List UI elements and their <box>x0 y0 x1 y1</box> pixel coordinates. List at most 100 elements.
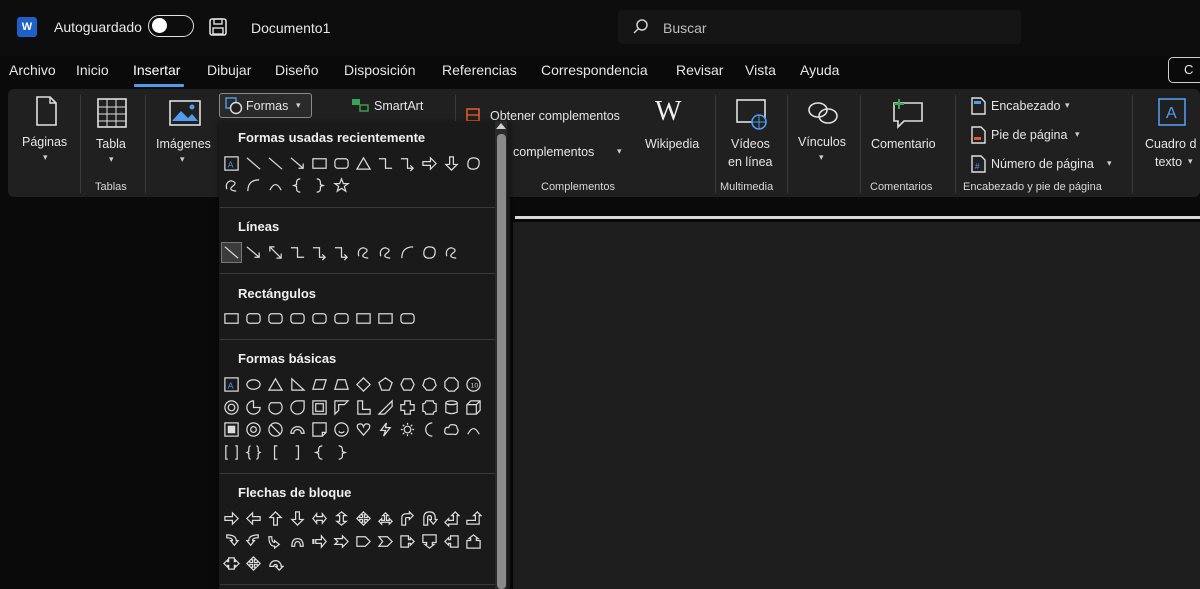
scroll-up-icon[interactable] <box>496 123 506 129</box>
halfframe-shape-icon[interactable] <box>332 398 351 417</box>
curvedl-shape-icon[interactable] <box>244 532 263 551</box>
header-chevron-icon[interactable]: ▾ <box>1065 100 1070 111</box>
table-chevron-icon[interactable]: ▾ <box>109 154 114 165</box>
rbrace-shape-icon[interactable] <box>310 176 329 195</box>
frame-shape-icon[interactable] <box>310 398 329 417</box>
pent-shape-icon[interactable] <box>376 375 395 394</box>
rarrow-shape-icon[interactable] <box>420 154 439 173</box>
rcallout-shape-icon[interactable] <box>398 532 417 551</box>
arrowline-shape-icon[interactable] <box>288 154 307 173</box>
comment-button[interactable]: Comentario <box>871 137 936 151</box>
images-chevron-icon[interactable]: ▾ <box>180 154 185 165</box>
chord-shape-icon[interactable] <box>266 398 285 417</box>
images-button[interactable]: Imágenes <box>156 137 211 151</box>
bevel-shape-icon[interactable] <box>222 420 241 439</box>
lrcallout-shape-icon[interactable] <box>222 554 241 573</box>
blob-shape-icon[interactable] <box>420 243 439 262</box>
tri-shape-icon[interactable] <box>266 375 285 394</box>
dcallout-shape-icon[interactable] <box>420 532 439 551</box>
lupturn-shape-icon[interactable] <box>442 509 461 528</box>
textbox-chevron-icon[interactable]: ▾ <box>1188 156 1193 167</box>
bolt-shape-icon[interactable] <box>376 420 395 439</box>
pages-chevron-icon[interactable]: ▾ <box>43 152 48 163</box>
circarrow-shape-icon[interactable] <box>266 554 285 573</box>
quadarrow-shape-icon[interactable] <box>244 554 263 573</box>
tab-revisar[interactable]: Revisar <box>676 62 723 78</box>
rect-shape-icon[interactable] <box>222 309 241 328</box>
udarrow-shape-icon[interactable] <box>332 509 351 528</box>
my-addins-button[interactable]: complementos <box>513 145 594 159</box>
rbracket-shape-icon[interactable] <box>288 443 307 462</box>
para-shape-icon[interactable] <box>310 375 329 394</box>
sun-shape-icon[interactable] <box>398 420 417 439</box>
my-addins-chevron-icon[interactable]: ▾ <box>617 146 622 157</box>
rbrace-shape-icon[interactable] <box>332 443 351 462</box>
line-shape-icon[interactable] <box>266 154 285 173</box>
elbow-shape-icon[interactable] <box>376 154 395 173</box>
blob-shape-icon[interactable] <box>464 154 483 173</box>
rect-shape-icon[interactable] <box>376 309 395 328</box>
star-shape-icon[interactable] <box>332 176 351 195</box>
scribble-shape-icon[interactable] <box>354 243 373 262</box>
darrow-shape-icon[interactable] <box>442 154 461 173</box>
rrect-shape-icon[interactable] <box>310 309 329 328</box>
penta-shape-icon[interactable] <box>354 532 373 551</box>
arrowline-shape-icon[interactable] <box>244 243 263 262</box>
rrect-shape-icon[interactable] <box>332 154 351 173</box>
elbowarrow-shape-icon[interactable] <box>310 243 329 262</box>
rrect-shape-icon[interactable] <box>398 309 417 328</box>
ucallout-shape-icon[interactable] <box>464 532 483 551</box>
scribble-shape-icon[interactable] <box>222 176 241 195</box>
smiley-shape-icon[interactable] <box>332 420 351 439</box>
autosave-toggle[interactable] <box>148 15 194 37</box>
curvedr-shape-icon[interactable] <box>222 532 241 551</box>
textbox-button-line2[interactable]: texto <box>1155 155 1182 169</box>
elbow-shape-icon[interactable] <box>288 243 307 262</box>
chevron-shape-icon[interactable] <box>376 532 395 551</box>
dblarrow-shape-icon[interactable] <box>266 243 285 262</box>
scribble-shape-icon[interactable] <box>376 243 395 262</box>
rrect-shape-icon[interactable] <box>332 309 351 328</box>
tab-vista[interactable]: Vista <box>745 62 776 78</box>
scribble-shape-icon[interactable] <box>442 243 461 262</box>
share-button[interactable]: C <box>1168 57 1200 83</box>
lrarrow-shape-icon[interactable] <box>310 509 329 528</box>
bracepair-shape-icon[interactable] <box>244 443 263 462</box>
ellipse-shape-icon[interactable] <box>244 375 263 394</box>
line-shape-icon[interactable] <box>221 242 242 263</box>
tri-shape-icon[interactable] <box>354 154 373 173</box>
pie-shape-icon[interactable] <box>244 398 263 417</box>
arc-shape-icon[interactable] <box>266 176 285 195</box>
rect-shape-icon[interactable] <box>354 309 373 328</box>
pages-button[interactable]: Páginas <box>22 135 67 149</box>
lshape-shape-icon[interactable] <box>354 398 373 417</box>
bentarrow-shape-icon[interactable] <box>398 509 417 528</box>
cloud-shape-icon[interactable] <box>442 420 461 439</box>
links-chevron-icon[interactable]: ▾ <box>819 152 824 163</box>
line-shape-icon[interactable] <box>244 154 263 173</box>
uturn-shape-icon[interactable] <box>420 509 439 528</box>
table-button[interactable]: Tabla <box>96 137 126 151</box>
tab-ayuda[interactable]: Ayuda <box>800 62 839 78</box>
dodec-shape-icon[interactable]: 10 <box>464 375 483 394</box>
arc-shape-icon[interactable] <box>464 420 483 439</box>
hept-shape-icon[interactable] <box>420 375 439 394</box>
rrect-shape-icon[interactable] <box>244 309 263 328</box>
lruarrow-shape-icon[interactable] <box>376 509 395 528</box>
cross-shape-icon[interactable] <box>398 398 417 417</box>
foldcorner-shape-icon[interactable] <box>310 420 329 439</box>
page-number-button[interactable]: Número de página <box>991 157 1094 171</box>
rrect-shape-icon[interactable] <box>266 309 285 328</box>
online-video-button[interactable]: Vídeos <box>731 137 770 151</box>
footer-button[interactable]: Pie de página <box>991 128 1067 142</box>
rect-shape-icon[interactable] <box>310 154 329 173</box>
save-icon[interactable] <box>208 17 228 37</box>
hex-shape-icon[interactable] <box>398 375 417 394</box>
scrollbar-thumb[interactable] <box>497 134 506 589</box>
diag-shape-icon[interactable] <box>376 398 395 417</box>
wikipedia-button[interactable]: Wikipedia <box>645 137 699 151</box>
footer-chevron-icon[interactable]: ▾ <box>1075 129 1080 140</box>
elbowarrow-shape-icon[interactable] <box>398 154 417 173</box>
curvedd-shape-icon[interactable] <box>288 532 307 551</box>
tear-shape-icon[interactable] <box>288 398 307 417</box>
